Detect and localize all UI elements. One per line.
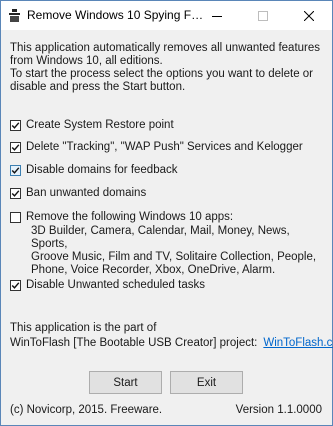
maximize-button[interactable]	[240, 1, 286, 30]
option-remove-apps[interactable]: Remove the following Windows 10 apps:	[10, 210, 233, 226]
checkbox-remove-apps[interactable]	[10, 212, 21, 223]
intro-line: To start the process select the options …	[10, 68, 314, 80]
option-label: Delete "Tracking", "WAP Push" Services a…	[26, 141, 303, 153]
option-label: Disable domains for feedback	[26, 164, 178, 176]
option-ban-domains[interactable]: Ban unwanted domains	[10, 186, 146, 202]
intro-text: This application automatically removes a…	[10, 42, 330, 94]
apps-line: Groove Music, Film and TV, Solitaire Col…	[31, 251, 317, 263]
app-window: Remove Windows 10 Spying F… This applica…	[0, 0, 333, 426]
option-label: Disable Unwanted scheduled tasks	[26, 279, 205, 291]
exit-button[interactable]: Exit	[170, 371, 243, 394]
checkmark-icon	[11, 144, 20, 151]
close-button[interactable]	[286, 1, 332, 30]
checkbox-restore-point[interactable]	[10, 120, 21, 131]
option-delete-tracking[interactable]: Delete "Tracking", "WAP Push" Services a…	[10, 140, 303, 156]
option-restore-point[interactable]: Create System Restore point	[10, 118, 174, 134]
apps-list: 3D Builder, Camera, Calendar, Mail, Mone…	[31, 225, 327, 277]
option-disable-feedback[interactable]: Disable domains for feedback	[10, 163, 178, 179]
checkbox-delete-tracking[interactable]	[10, 142, 21, 153]
maximize-icon	[258, 10, 268, 21]
minimize-button[interactable]	[194, 1, 240, 30]
app-icon	[8, 9, 21, 22]
minimize-icon	[212, 15, 222, 17]
intro-line: from Windows 10, all editions.	[10, 55, 163, 67]
intro-line: This application automatically removes a…	[10, 42, 321, 54]
project-text: WinToFlash [The Bootable USB Creator] pr…	[10, 337, 258, 349]
version-text: Version 1.1.0000	[235, 404, 322, 416]
checkbox-ban-domains[interactable]	[10, 188, 21, 199]
start-button[interactable]: Start	[89, 371, 162, 394]
checkmark-icon	[11, 282, 20, 289]
option-label: Remove the following Windows 10 apps:	[26, 211, 234, 223]
copyright-text: (c) Novicorp, 2015. Freeware.	[10, 404, 163, 416]
part-of-text: This application is the part of	[10, 322, 157, 334]
title-bar[interactable]: Remove Windows 10 Spying F…	[1, 1, 332, 30]
checkbox-scheduled-tasks[interactable]	[10, 280, 21, 291]
close-icon	[304, 10, 314, 21]
apps-line: Phone, Voice Recorder, Xbox, OneDrive, A…	[31, 264, 276, 276]
checkmark-icon	[11, 190, 20, 197]
intro-line: disable and press the Start button.	[10, 81, 186, 93]
option-label: Ban unwanted domains	[26, 187, 147, 199]
project-row: WinToFlash [The Bootable USB Creator] pr…	[10, 337, 333, 350]
checkbox-disable-feedback[interactable]	[10, 165, 21, 176]
option-scheduled-tasks[interactable]: Disable Unwanted scheduled tasks	[10, 278, 205, 294]
apps-line: 3D Builder, Camera, Calendar, Mail, Mone…	[31, 225, 290, 250]
option-label: Create System Restore point	[26, 119, 174, 131]
wintoflash-link[interactable]: WinToFlash.com	[263, 337, 333, 349]
checkmark-icon	[11, 167, 20, 174]
checkmark-icon	[11, 122, 20, 129]
